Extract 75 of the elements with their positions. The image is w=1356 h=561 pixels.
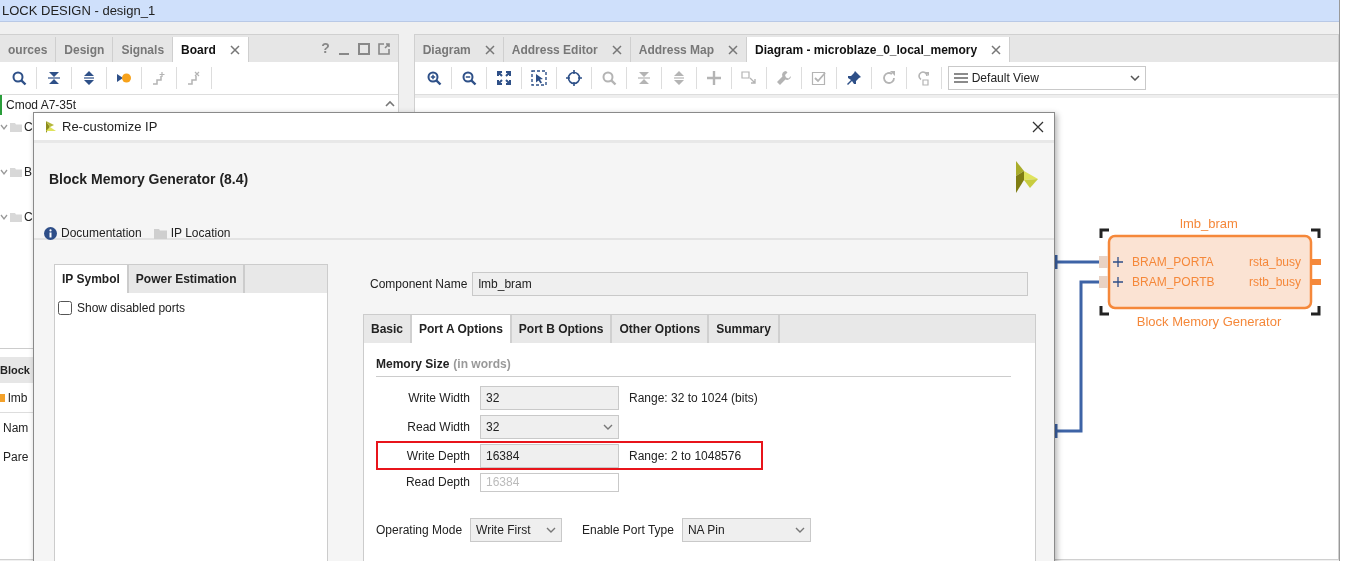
tree-item[interactable]: C bbox=[24, 118, 33, 136]
chevron-down-icon bbox=[546, 527, 557, 533]
field-label: Pare bbox=[3, 448, 29, 466]
section-title: Memory Size bbox=[376, 356, 450, 373]
tree-item[interactable]: Cmod A7-35t bbox=[6, 96, 77, 114]
chevron-down-icon bbox=[1129, 75, 1140, 81]
range-hint: Range: 32 to 1024 (bits) bbox=[629, 389, 758, 407]
chevron-down-icon[interactable] bbox=[0, 168, 8, 176]
text-field[interactable]: lmb_bram bbox=[472, 272, 1028, 296]
float-icon[interactable] bbox=[377, 42, 390, 55]
zoom-out-icon[interactable] bbox=[460, 70, 477, 86]
section-note: (in words) bbox=[453, 356, 511, 373]
zoom-in-icon[interactable] bbox=[425, 70, 442, 86]
chevron-down-icon[interactable] bbox=[0, 213, 8, 221]
folder-icon bbox=[10, 122, 22, 132]
port-label: BRAM_PORTA bbox=[1131, 255, 1214, 269]
tab[interactable]: Port A Options bbox=[412, 315, 512, 343]
block-type: Block Memory Generator bbox=[1136, 314, 1281, 329]
port-label: rsta_busy bbox=[1248, 255, 1301, 269]
chevron-down-icon bbox=[794, 527, 805, 533]
field-label: Operating Mode bbox=[376, 522, 463, 539]
info-icon bbox=[44, 226, 57, 240]
tab[interactable]: Board bbox=[173, 37, 249, 62]
dropdown[interactable]: NA Pin bbox=[681, 518, 811, 542]
field-label: Nam bbox=[3, 419, 29, 437]
menu-icon bbox=[953, 73, 968, 83]
folder-icon bbox=[10, 212, 22, 222]
view-dropdown[interactable]: Default View bbox=[947, 66, 1146, 90]
field-label: Component Name bbox=[370, 276, 468, 293]
text-field[interactable]: 16384 bbox=[480, 443, 619, 468]
block-name: lmb_bram bbox=[1179, 216, 1238, 231]
folder-icon bbox=[153, 226, 167, 240]
crosshair-icon[interactable] bbox=[565, 70, 582, 86]
field-label: Read Width bbox=[406, 418, 470, 436]
plus-icon[interactable] bbox=[1112, 276, 1124, 288]
field-label: Enable Port Type bbox=[582, 522, 674, 539]
checkbox-label: Show disabled ports bbox=[77, 300, 186, 317]
pin-icon[interactable] bbox=[845, 70, 862, 86]
tree-item[interactable]: B bbox=[24, 163, 32, 181]
maximize-icon[interactable] bbox=[357, 42, 370, 55]
block-name: lmb bbox=[8, 389, 28, 407]
tab[interactable]: IP Symbol bbox=[55, 265, 129, 293]
collapse-icon[interactable] bbox=[46, 70, 62, 86]
window-title: LOCK DESIGN - design_1 bbox=[2, 3, 156, 18]
range-hint: Range: 2 to 1048576 bbox=[629, 447, 742, 465]
search-icon[interactable] bbox=[11, 70, 27, 86]
port-pin[interactable] bbox=[1098, 256, 1108, 268]
link[interactable]: IP Location bbox=[170, 224, 231, 242]
chevron-down-icon[interactable] bbox=[0, 123, 8, 131]
fit-icon[interactable] bbox=[495, 70, 512, 86]
field-label: Write Depth bbox=[405, 447, 470, 465]
field-label: Read Depth bbox=[404, 474, 470, 491]
chevron-down-icon bbox=[603, 423, 613, 430]
dropdown[interactable]: 32 bbox=[480, 414, 619, 439]
wire[interactable] bbox=[1054, 253, 1101, 271]
block-icon bbox=[0, 392, 5, 403]
wire[interactable] bbox=[1054, 280, 1101, 440]
port-label: BRAM_PORTB bbox=[1131, 275, 1215, 289]
checkbox[interactable] bbox=[58, 301, 72, 315]
dropdown[interactable]: Write First bbox=[470, 518, 563, 542]
panel-title: Block bbox=[0, 362, 30, 378]
tree-item[interactable]: C bbox=[24, 208, 33, 226]
ip-name: Block Memory Generator (8.4) bbox=[49, 170, 249, 189]
port-pin[interactable] bbox=[1098, 276, 1108, 288]
tab[interactable]: Diagram - microblaze_0_local_memory bbox=[747, 37, 1011, 62]
link[interactable]: Documentation bbox=[61, 224, 142, 242]
dialog-title: Re-customize IP bbox=[62, 117, 158, 136]
folder-icon bbox=[10, 167, 22, 177]
selection-icon[interactable] bbox=[530, 70, 547, 86]
text-field[interactable]: 32 bbox=[480, 385, 619, 410]
port-label: rstb_busy bbox=[1248, 275, 1301, 289]
field-label: Write Width bbox=[407, 389, 470, 407]
close-icon[interactable] bbox=[1032, 120, 1044, 133]
plus-icon[interactable] bbox=[1112, 256, 1124, 268]
expand-icon[interactable] bbox=[81, 70, 97, 86]
